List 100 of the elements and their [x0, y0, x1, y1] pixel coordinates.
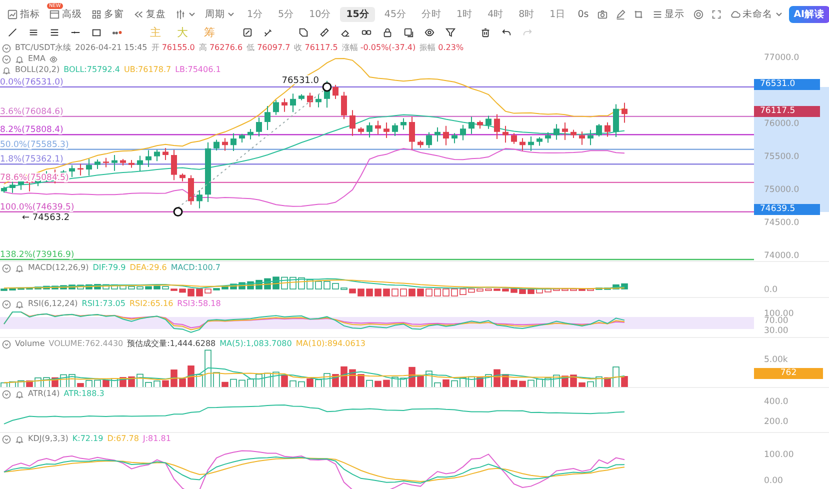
collapse-icon[interactable]: [2, 54, 11, 64]
collapse-icon[interactable]: [2, 44, 11, 52]
trash-icon[interactable]: [480, 27, 491, 38]
volume-badge: 762: [754, 368, 823, 379]
period-tab[interactable]: 15分: [340, 6, 376, 22]
period-tab[interactable]: 10分: [303, 6, 338, 22]
indicator-value: MA(10):894.0613: [296, 339, 366, 349]
indicator-value: BOLL:75792.4: [64, 65, 120, 75]
axis-label: 70.00: [764, 316, 788, 326]
fibonacci-level-label: 50.0%(75585.3): [0, 140, 69, 150]
fibonacci-level-label: 1.8%(75362.1): [0, 154, 64, 165]
timer-button[interactable]: 0s: [574, 8, 592, 20]
toolbar-menu-button[interactable]: 高级: [46, 6, 85, 22]
anchor-point-icon: [173, 207, 183, 217]
overlay-button[interactable]: 筹: [199, 25, 220, 40]
toolbar-menu-button[interactable]: 多窗: [88, 6, 127, 22]
undo-icon[interactable]: [501, 27, 512, 38]
indicator-value: J:81.81: [142, 434, 171, 444]
period-tab[interactable]: 45分: [378, 6, 413, 22]
axis-label: 0.0: [764, 284, 778, 296]
bell-icon[interactable]: [15, 300, 24, 308]
indicator-name: RSI(6,12,24): [28, 299, 78, 309]
quote-field: 高 76276.6: [198, 43, 243, 53]
ruler-icon[interactable]: [319, 27, 330, 38]
toolbar-menu-button[interactable]: 指标: [4, 6, 43, 22]
eye-icon[interactable]: [424, 27, 435, 38]
period-tab[interactable]: 分时: [416, 6, 448, 22]
rewind-icon: [133, 8, 144, 20]
anchor-point-icon: [322, 82, 332, 92]
fibonacci-level-label: 0.0%(76531.0): [0, 77, 64, 88]
indicator-name: ATR(14): [28, 389, 60, 399]
line-tool-icon[interactable]: [7, 27, 18, 38]
collapse-icon[interactable]: [2, 300, 11, 308]
parallel-lines-icon[interactable]: [28, 27, 39, 38]
quote-field: 低 76097.7: [246, 43, 290, 53]
overlay-button[interactable]: 大: [172, 25, 193, 40]
pen-icon[interactable]: [614, 8, 626, 20]
camera-icon[interactable]: [596, 8, 608, 20]
bell-icon[interactable]: [15, 390, 24, 398]
rectangle-icon[interactable]: [91, 27, 102, 38]
period-tab[interactable]: 1时: [450, 6, 479, 22]
overlay-button[interactable]: 主: [145, 25, 166, 40]
caret-icon: [227, 10, 235, 18]
indicator-value: MA(5):1,083.7080: [220, 339, 292, 349]
indicator-name: BOLL(20,2): [15, 65, 60, 75]
price-axis-label: 76000.0: [764, 118, 800, 130]
indicator-value: RSI1:73.05: [82, 299, 126, 309]
list-icon: [652, 8, 663, 20]
bell-icon[interactable]: [2, 66, 11, 74]
period-tab[interactable]: 1分: [241, 6, 270, 22]
collapse-icon[interactable]: [2, 390, 11, 398]
time-label: 2026-04-21 15:45: [75, 43, 148, 53]
link-icon[interactable]: [361, 27, 372, 38]
price-axis-label: 74500.0: [764, 217, 800, 229]
price-badge: 76531.0: [754, 78, 820, 90]
quote-field: 涨幅 -0.05%(-37.4): [342, 43, 416, 53]
symbol-label: BTC/USDT永续: [15, 43, 72, 53]
layers-icon[interactable]: [403, 27, 414, 38]
price-axis-label: 74000.0: [764, 250, 800, 262]
period-dropdown[interactable]: 周期: [202, 6, 238, 22]
bell-icon[interactable]: [15, 264, 24, 272]
indicator-value: K:72.19: [72, 434, 104, 444]
indicator-value: DIF:79.9: [92, 263, 126, 273]
indicator-name: EMA: [28, 54, 46, 64]
layout-dropdown[interactable]: 未命名: [726, 6, 786, 22]
candle-chart-icon: [175, 8, 186, 20]
indicator-value: MACD:100.7: [170, 263, 220, 273]
lock-icon[interactable]: [382, 27, 393, 38]
quote-field: 收 76117.5: [294, 43, 338, 53]
indicator-name: Volume: [15, 339, 45, 349]
bell-icon[interactable]: [15, 434, 24, 444]
toolbar-menu-button[interactable]: 复盘: [130, 6, 169, 22]
indicator-name: KDJ(9,3,3): [28, 434, 68, 444]
collapse-icon[interactable]: [2, 264, 11, 272]
bell-icon[interactable]: [15, 54, 24, 64]
ai-button[interactable]: AI解读: [788, 6, 829, 22]
axis-label: 200.0: [764, 416, 788, 428]
indicator-value: RSI2:65.16: [129, 299, 174, 309]
period-tab[interactable]: 8时: [512, 6, 541, 22]
display-button[interactable]: 显示: [648, 6, 688, 22]
period-tab[interactable]: 5分: [272, 6, 300, 22]
lines-icon[interactable]: [49, 27, 60, 38]
quote-field: 开 76155.0: [151, 43, 195, 53]
indicator-value: LB:75406.1: [175, 65, 221, 75]
chart-icon: [7, 8, 18, 20]
indicator-value: DEA:29.6: [130, 263, 167, 273]
collapse-icon[interactable]: [2, 340, 11, 348]
target-icon[interactable]: [692, 8, 704, 20]
fibonacci-level-label: 8.2%(75808.4): [0, 125, 64, 136]
cloud-icon: [730, 8, 741, 20]
axis-label: 400.0: [764, 396, 788, 408]
axis-label: 100.00: [764, 449, 794, 461]
period-tab[interactable]: 4时: [482, 6, 510, 22]
crop-icon[interactable]: [632, 8, 644, 20]
period-tab[interactable]: 1日: [544, 6, 572, 22]
collapse-icon[interactable]: [2, 434, 11, 444]
fibonacci-level-label: 3.6%(76084.6): [0, 106, 64, 117]
filter-icon[interactable]: [445, 27, 456, 38]
fullscreen-icon[interactable]: [710, 8, 722, 20]
caret-icon: [188, 10, 196, 18]
